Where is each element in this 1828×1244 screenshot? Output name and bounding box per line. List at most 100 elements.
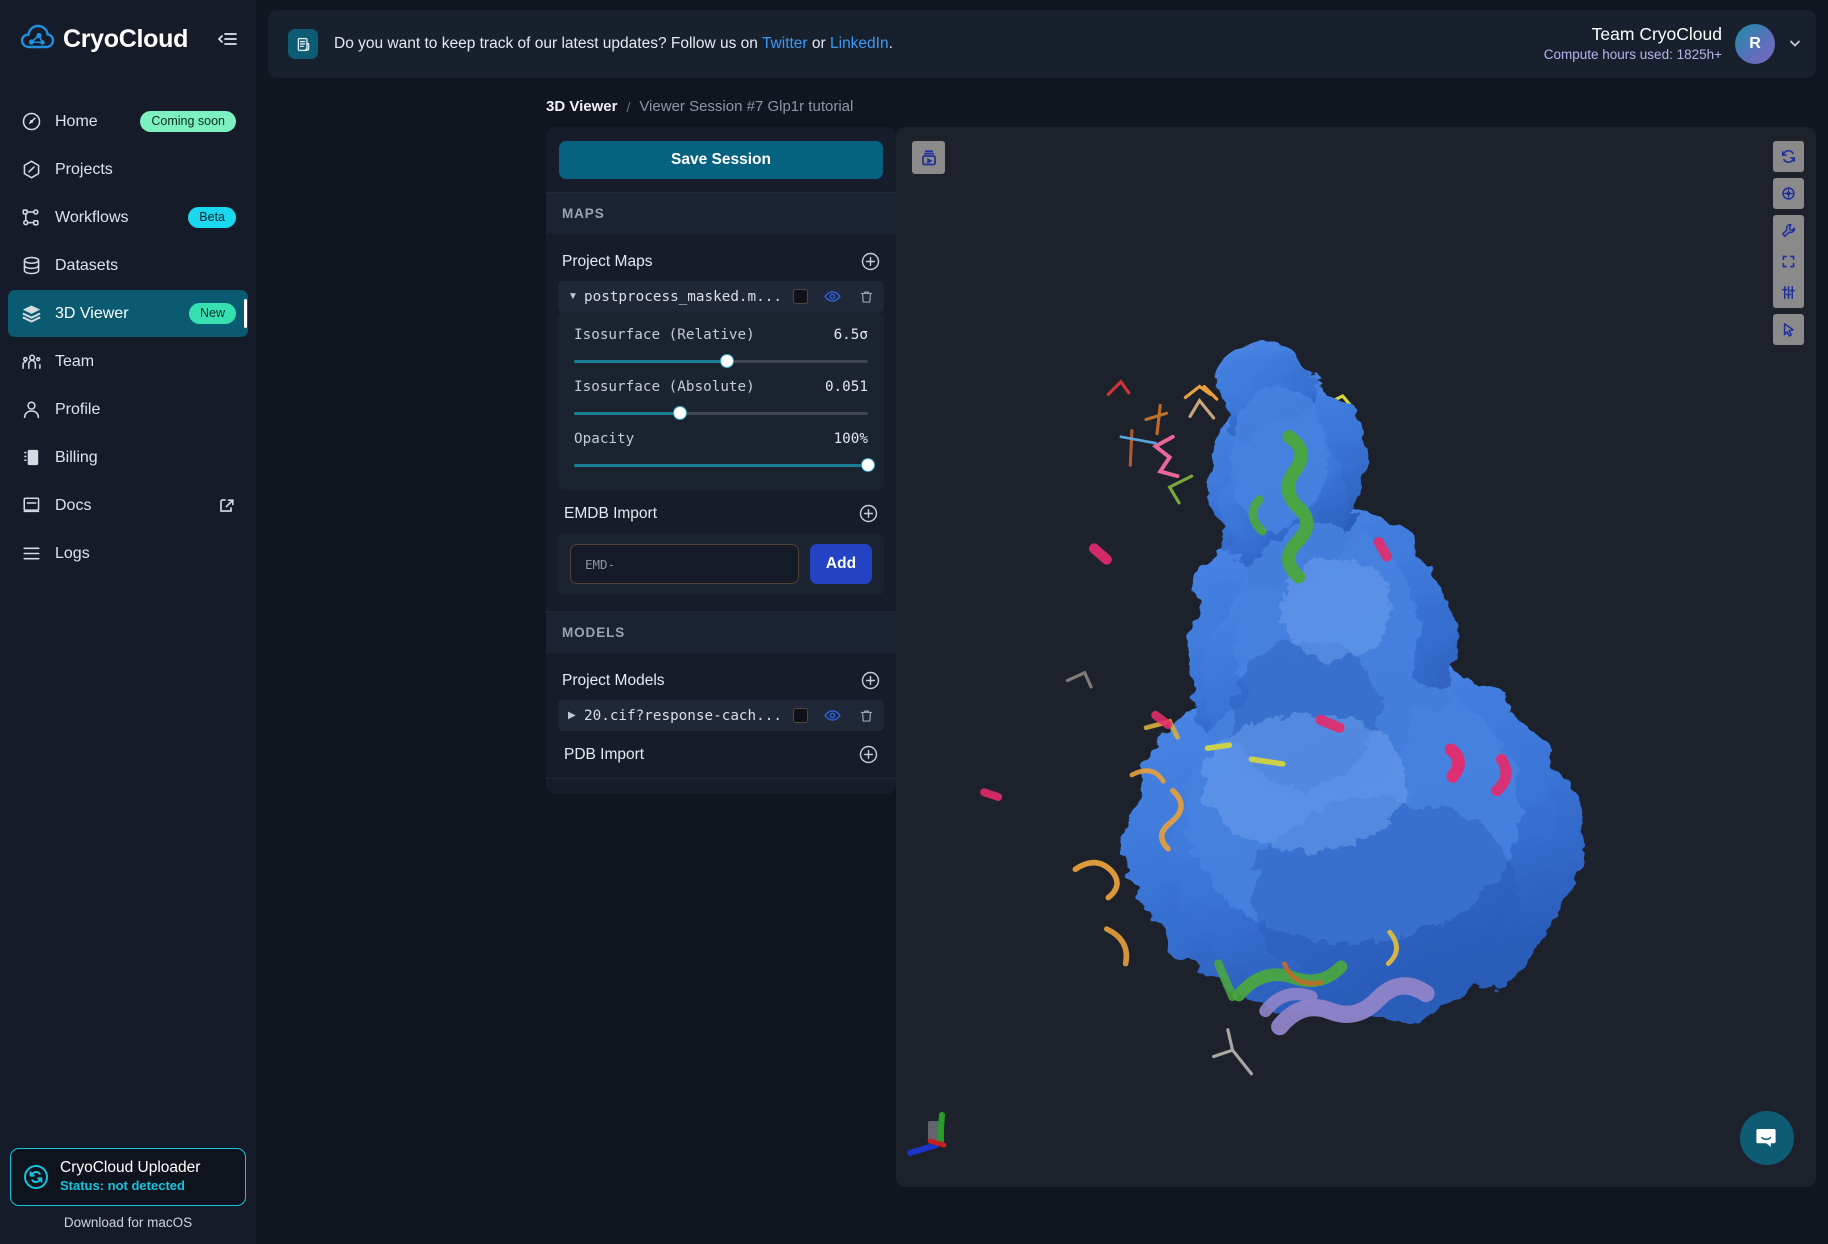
map-item-row[interactable]: ▼ postprocess_masked.m... — [558, 281, 884, 312]
list-icon — [20, 543, 42, 565]
user-meta: Team CryoCloud Compute hours used: 1825h… — [1544, 24, 1722, 63]
sliders-controls-icon[interactable] — [1773, 277, 1804, 308]
announcement-mid: or — [807, 35, 830, 52]
slider-fill — [574, 411, 680, 415]
control-label: Isosurface (Absolute) — [574, 379, 755, 395]
eye-icon[interactable] — [824, 707, 841, 724]
uploader-download-link[interactable]: Download for macOS — [10, 1215, 246, 1230]
announcement-prefix: Do you want to keep track of our latest … — [334, 35, 762, 52]
control-panel: Save Session MAPS Project Maps ▼ postpro… — [546, 127, 896, 794]
brand: CryoCloud — [0, 0, 256, 78]
opacity-slider[interactable] — [574, 458, 875, 472]
chevron-down-icon[interactable] — [1788, 36, 1802, 53]
isosurface-relative-slider[interactable] — [574, 354, 868, 368]
control-label: Opacity — [574, 431, 635, 447]
slider-thumb[interactable] — [672, 406, 687, 420]
viewer-toolbar-group-2 — [1773, 178, 1804, 209]
hexagon-icon — [20, 159, 42, 181]
docs-icon — [20, 495, 42, 517]
sidebar-item-profile[interactable]: Profile — [8, 386, 248, 433]
sidebar-item-home[interactable]: Home Coming soon — [8, 98, 248, 145]
status-badge: Coming soon — [140, 111, 236, 132]
cryocloud-logo-icon — [20, 22, 55, 56]
slider-thumb[interactable] — [719, 354, 734, 368]
app-root: CryoCloud Home Coming soon Projects Work… — [0, 0, 1828, 1244]
sidebar-item-logs[interactable]: Logs — [8, 530, 248, 577]
announcement-text: Do you want to keep track of our latest … — [334, 35, 893, 53]
external-link-icon — [218, 497, 236, 515]
uploader-status: Status: not detected — [60, 1178, 185, 1193]
sidebar-item-label: 3D Viewer — [55, 304, 129, 322]
molstar-viewer[interactable] — [896, 127, 1816, 1187]
brand-name: CryoCloud — [63, 24, 189, 53]
user-menu[interactable]: Team CryoCloud Compute hours used: 1825h… — [1544, 24, 1802, 64]
chat-bubble-icon[interactable] — [1740, 1111, 1794, 1165]
map-item-name: postprocess_masked.m... — [584, 288, 782, 305]
topbar: Do you want to keep track of our latest … — [268, 10, 1816, 78]
maps-section-header: MAPS — [546, 192, 896, 234]
breadcrumb-current[interactable]: 3D Viewer — [546, 98, 617, 115]
sidebar-item-label: Team — [55, 352, 95, 370]
focus-camera-icon[interactable] — [1773, 178, 1804, 209]
twitter-link[interactable]: Twitter — [762, 35, 808, 52]
sidebar-item-workflows[interactable]: Workflows Beta — [8, 194, 248, 241]
models-section-header: MODELS — [546, 611, 896, 653]
slider-fill — [574, 463, 868, 467]
sidebar-item-docs[interactable]: Docs — [8, 482, 248, 529]
reset-rotation-icon[interactable] — [1773, 141, 1804, 172]
uploader-sync-icon — [23, 1164, 49, 1190]
model-color-swatch[interactable] — [793, 708, 808, 723]
pdb-import-title: PDB Import — [564, 745, 645, 763]
status-badge: Beta — [188, 207, 236, 228]
eye-icon[interactable] — [824, 288, 841, 305]
plus-circle-icon[interactable] — [861, 252, 880, 271]
sidebar-item-label: Docs — [55, 496, 92, 514]
wrench-settings-icon[interactable] — [1773, 215, 1804, 246]
project-maps-header: Project Maps — [556, 244, 886, 281]
main-area: Do you want to keep track of our latest … — [256, 0, 1828, 1244]
model-item-row[interactable]: ▶ 20.cif?response-cach... — [558, 700, 884, 731]
sidebar-item-datasets[interactable]: Datasets — [8, 242, 248, 289]
layers-icon — [20, 303, 42, 325]
linkedin-link[interactable]: LinkedIn — [830, 35, 889, 52]
person-icon — [20, 399, 42, 421]
sidebar-item-label: Billing — [55, 448, 98, 466]
slider-thumb[interactable] — [861, 458, 875, 472]
sidebar-item-label: Profile — [55, 400, 101, 418]
sidebar-item-projects[interactable]: Projects — [8, 146, 248, 193]
collapse-sidebar-icon[interactable] — [216, 28, 238, 50]
trash-icon[interactable] — [859, 289, 874, 305]
plus-circle-icon[interactable] — [859, 745, 878, 764]
sidebar-item-label: Logs — [55, 544, 90, 562]
caret-right-icon[interactable]: ▶ — [568, 710, 584, 721]
archive-video-icon[interactable] — [912, 141, 945, 174]
plus-circle-icon[interactable] — [859, 504, 878, 523]
viewer-toolbar-group-3 — [1773, 215, 1804, 308]
workspace: Save Session MAPS Project Maps ▼ postpro… — [256, 127, 1828, 1234]
molecule-stage[interactable] — [896, 127, 1816, 1187]
caret-down-icon[interactable]: ▼ — [568, 291, 584, 302]
expand-fullscreen-icon[interactable] — [1773, 246, 1804, 277]
trash-icon[interactable] — [859, 708, 874, 724]
emdb-import-header: EMDB Import — [556, 490, 886, 533]
xyz-axis-icon — [906, 1105, 970, 1169]
team-name: Team CryoCloud — [1591, 24, 1722, 45]
save-session-button[interactable]: Save Session — [559, 141, 883, 179]
sidebar-item-billing[interactable]: Billing — [8, 434, 248, 481]
emdb-add-button[interactable]: Add — [810, 544, 872, 584]
uploader-title: CryoCloud Uploader — [60, 1159, 201, 1176]
avatar[interactable]: R — [1735, 24, 1775, 64]
model-item-name: 20.cif?response-cach... — [584, 707, 782, 724]
save-session-wrap: Save Session — [546, 127, 896, 192]
viewer-toolbar-group-4 — [1773, 314, 1804, 345]
isosurface-absolute-control: Isosurface (Absolute) 0.051 — [574, 379, 868, 420]
sidebar-item-3d-viewer[interactable]: 3D Viewer New — [8, 290, 248, 337]
cryocloud-uploader-card[interactable]: CryoCloud Uploader Status: not detected — [10, 1148, 246, 1206]
emdb-id-input[interactable] — [570, 544, 799, 584]
sidebar-item-team[interactable]: Team — [8, 338, 248, 385]
plus-circle-icon[interactable] — [861, 671, 880, 690]
map-color-swatch[interactable] — [793, 289, 808, 304]
isosurface-absolute-slider[interactable] — [574, 406, 868, 420]
select-cursor-icon[interactable] — [1773, 314, 1804, 345]
sidebar-item-label: Datasets — [55, 256, 119, 274]
